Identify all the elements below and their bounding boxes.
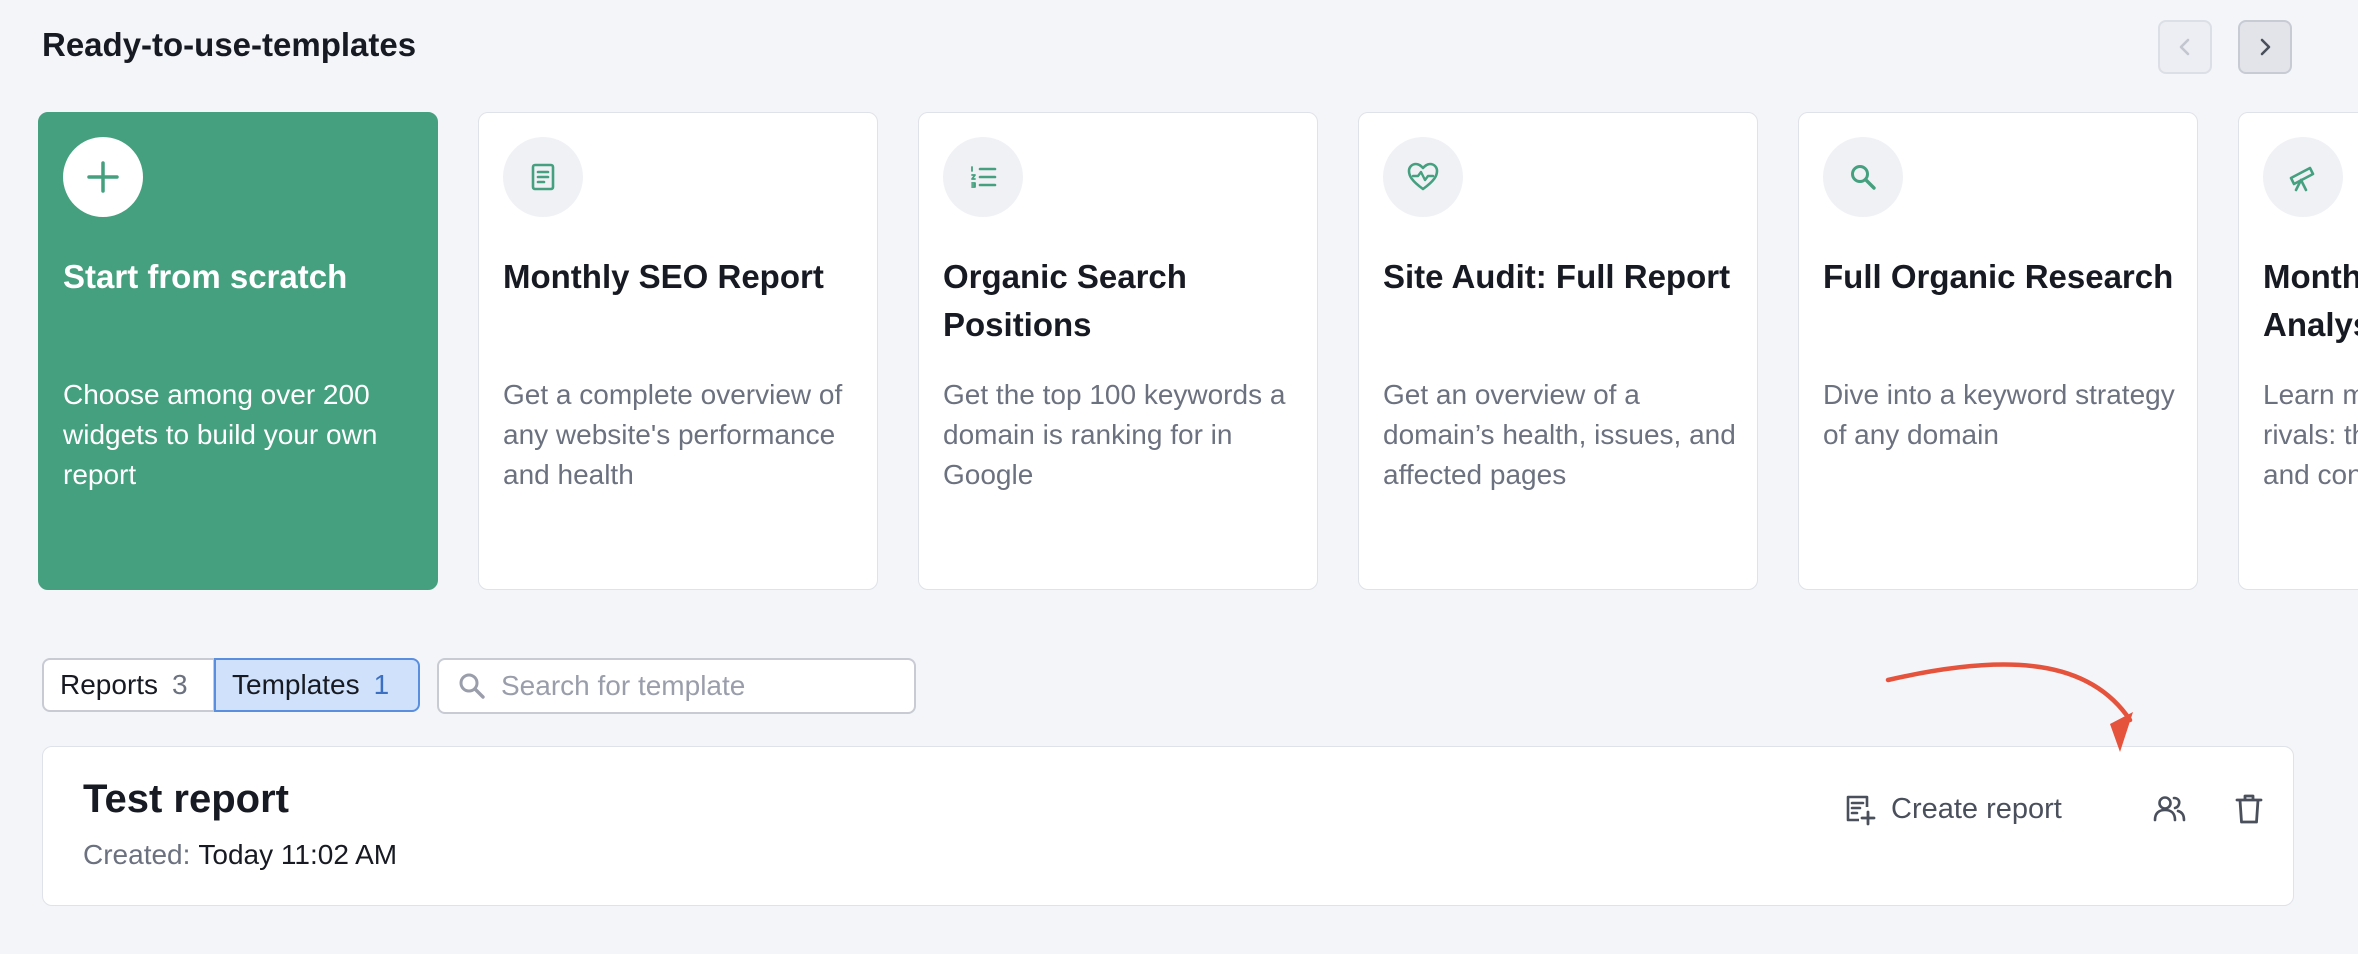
chevron-right-icon <box>2260 38 2271 56</box>
created-label: Created: <box>83 839 191 870</box>
card-description: Get the top 100 keywords a domain is ran… <box>943 379 1286 490</box>
card-title: Start from scratch <box>63 258 348 295</box>
create-report-label: Create report <box>1891 792 2062 825</box>
tab-templates[interactable]: Templates 1 <box>214 658 420 712</box>
users-icon <box>2153 796 2186 822</box>
card-description: Get a complete overview of any website's… <box>503 379 843 490</box>
chevron-left-icon <box>2179 38 2190 56</box>
template-search <box>437 658 916 714</box>
telescope-icon <box>2289 166 2315 192</box>
carousel-next-button[interactable] <box>2238 20 2292 74</box>
tab-count: 1 <box>373 669 390 700</box>
tab-label: Reports <box>60 669 159 700</box>
carousel-prev-button[interactable] <box>2158 20 2212 74</box>
report-title: Test report <box>83 777 289 821</box>
tab-label: Templates <box>232 669 360 700</box>
share-button[interactable] <box>2145 785 2193 833</box>
template-carousel: Start from scratch Choose among over 200… <box>0 110 2358 594</box>
create-report-icon <box>1846 795 1876 826</box>
template-card-monthly-competitor-analysis[interactable]: Monthly Competitor Analysis Learn more a… <box>2238 112 2358 590</box>
search-input[interactable] <box>499 669 903 703</box>
template-card-organic-search-positions[interactable]: Organic Search Positions Get the top 100… <box>918 112 1318 590</box>
search-icon <box>459 673 485 699</box>
card-title: Monthly SEO Report <box>503 258 824 295</box>
document-icon <box>531 163 555 191</box>
template-card-start-from-scratch[interactable]: Start from scratch Choose among over 200… <box>38 112 438 590</box>
report-row[interactable]: Test report Created: Today 11:02 AM Creat… <box>42 746 2294 906</box>
plus-icon <box>87 161 119 193</box>
card-description: Get an overview of a domain’s health, is… <box>1383 379 1736 490</box>
view-switcher: Reports 3 Templates 1 <box>42 658 420 712</box>
card-title: Monthly Competitor Analysis <box>2263 258 2358 343</box>
create-report-button[interactable]: Create report <box>1843 783 2062 835</box>
trash-icon <box>2235 794 2263 824</box>
card-description: Dive into a keyword strategy of any doma… <box>1823 379 2175 450</box>
card-description: Choose among over 200 widgets to build y… <box>63 379 378 490</box>
template-card-site-audit[interactable]: Site Audit: Full Report Get an overview … <box>1358 112 1758 590</box>
card-title: Site Audit: Full Report <box>1383 258 1731 295</box>
card-title: Organic Search Positions <box>943 258 1187 343</box>
created-value: Today 11:02 AM <box>198 839 398 870</box>
template-card-full-organic-research[interactable]: Full Organic Research Dive into a keywor… <box>1798 112 2198 590</box>
card-title: Full Organic Research <box>1823 258 2174 295</box>
tab-count: 3 <box>172 669 188 700</box>
tab-reports[interactable]: Reports 3 <box>42 658 215 712</box>
card-description: Learn more about your rivals: their traf… <box>2263 379 2358 490</box>
delete-button[interactable] <box>2225 785 2273 833</box>
search-icon <box>1851 165 1876 190</box>
template-card-monthly-seo-report[interactable]: Monthly SEO Report Get a complete overvi… <box>478 112 878 590</box>
page-title: Ready-to-use-templates <box>42 26 417 63</box>
list-icon <box>971 166 997 188</box>
heart-pulse-icon <box>1407 162 1439 191</box>
report-created: Created: Today 11:02 AM <box>83 839 397 871</box>
